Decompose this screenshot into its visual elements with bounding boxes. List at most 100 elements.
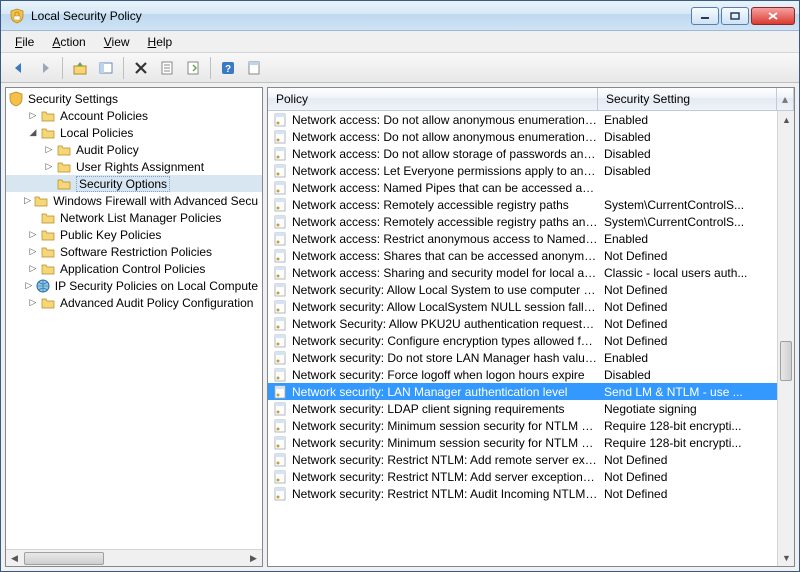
tree-item[interactable]: ▷Software Restriction Policies [6, 243, 262, 260]
tree-horizontal-scrollbar[interactable]: ◀ ▶ [6, 549, 262, 566]
policy-row[interactable]: Network security: Restrict NTLM: Add rem… [268, 451, 777, 468]
tree-expander-icon[interactable]: ▷ [42, 143, 56, 157]
forward-button[interactable] [33, 56, 57, 80]
titlebar[interactable]: Local Security Policy [1, 1, 799, 31]
policy-row[interactable]: Network access: Remotely accessible regi… [268, 213, 777, 230]
tree-expander-icon[interactable]: ▷ [26, 228, 40, 242]
tree-body[interactable]: Security Settings ▷ Account Policies◢Loca… [6, 88, 262, 549]
policy-row[interactable]: Network security: Do not store LAN Manag… [268, 349, 777, 366]
scroll-left-icon[interactable]: ◀ [6, 550, 23, 567]
close-button[interactable] [751, 7, 795, 25]
policy-icon [272, 452, 288, 468]
tree-item[interactable]: Security Options [6, 175, 262, 192]
policy-row[interactable]: Network access: Restrict anonymous acces… [268, 230, 777, 247]
minimize-button[interactable] [691, 7, 719, 25]
properties-button[interactable] [155, 56, 179, 80]
tree-item[interactable]: ◢Local Policies [6, 124, 262, 141]
policy-row[interactable]: Network access: Let Everyone permissions… [268, 162, 777, 179]
tree-item[interactable]: Network List Manager Policies [6, 209, 262, 226]
tree-expander-icon[interactable]: ◢ [26, 126, 40, 140]
policy-row[interactable]: Network security: Allow LocalSystem NULL… [268, 298, 777, 315]
tree-item[interactable]: ▷ Account Policies [6, 107, 262, 124]
tree-item-label: Security Options [76, 176, 170, 192]
policy-row[interactable]: Network access: Sharing and security mod… [268, 264, 777, 281]
refresh-button[interactable] [242, 56, 266, 80]
help-button[interactable]: ? [216, 56, 240, 80]
policy-row[interactable]: Network access: Do not allow anonymous e… [268, 128, 777, 145]
policy-row[interactable]: Network security: Configure encryption t… [268, 332, 777, 349]
policy-cell: Network security: Restrict NTLM: Add ser… [268, 469, 598, 485]
policy-row[interactable]: Network security: Allow Local System to … [268, 281, 777, 298]
scroll-right-icon[interactable]: ▶ [245, 550, 262, 567]
tree-item-label: Network List Manager Policies [60, 211, 221, 225]
policy-row[interactable]: Network security: Restrict NTLM: Add ser… [268, 468, 777, 485]
menu-help[interactable]: Help [140, 33, 181, 51]
policy-icon [272, 129, 288, 145]
tree-item[interactable]: ▷Windows Firewall with Advanced Secu [6, 192, 262, 209]
policy-row[interactable]: Network security: Force logoff when logo… [268, 366, 777, 383]
folder-icon [40, 261, 56, 277]
policy-row[interactable]: Network security: Restrict NTLM: Audit I… [268, 485, 777, 502]
scroll-up-icon[interactable]: ▲ [778, 111, 794, 128]
list-body[interactable]: Network access: Do not allow anonymous e… [268, 111, 794, 566]
policy-row[interactable]: Network access: Do not allow anonymous e… [268, 111, 777, 128]
policy-row[interactable]: Network security: Minimum session securi… [268, 417, 777, 434]
tree-item[interactable]: ▷Audit Policy [6, 141, 262, 158]
policy-icon [272, 350, 288, 366]
folder-icon [56, 159, 72, 175]
tree-expander-icon[interactable]: ▷ [26, 296, 40, 310]
policy-text: Network security: Minimum session securi… [292, 436, 598, 450]
policy-text: Network security: Do not store LAN Manag… [292, 351, 598, 365]
policy-row[interactable]: Network security: LDAP client signing re… [268, 400, 777, 417]
setting-cell: Enabled [598, 113, 777, 127]
policy-row[interactable]: Network access: Do not allow storage of … [268, 145, 777, 162]
policy-icon [272, 214, 288, 230]
policy-icon [272, 197, 288, 213]
menu-file[interactable]: File [7, 33, 42, 51]
up-button[interactable] [68, 56, 92, 80]
menu-view[interactable]: View [96, 33, 138, 51]
column-header-setting[interactable]: Security Setting [598, 88, 777, 110]
setting-cell: Classic - local users auth... [598, 266, 777, 280]
tree-expander-icon[interactable]: ▷ [26, 109, 40, 123]
scroll-down-icon[interactable]: ▼ [778, 549, 794, 566]
back-button[interactable] [7, 56, 31, 80]
delete-button[interactable] [129, 56, 153, 80]
policy-row[interactable]: Network security: LAN Manager authentica… [268, 383, 777, 400]
maximize-button[interactable] [721, 7, 749, 25]
tree-item[interactable]: ▷Application Control Policies [6, 260, 262, 277]
policy-cell: Network access: Sharing and security mod… [268, 265, 598, 281]
setting-cell: Disabled [598, 147, 777, 161]
policy-row[interactable]: Network security: Minimum session securi… [268, 434, 777, 451]
policy-text: Network security: Configure encryption t… [292, 334, 598, 348]
tree-item[interactable]: ▷Advanced Audit Policy Configuration [6, 294, 262, 311]
scroll-thumb[interactable] [780, 341, 792, 381]
column-header-policy[interactable]: Policy [268, 88, 598, 110]
export-button[interactable] [181, 56, 205, 80]
tree-root[interactable]: Security Settings [6, 90, 262, 107]
policy-row[interactable]: Network access: Shares that can be acces… [268, 247, 777, 264]
tree-expander-icon[interactable]: ▷ [23, 279, 35, 293]
tree-item[interactable]: ▷User Rights Assignment [6, 158, 262, 175]
policy-cell: Network Security: Allow PKU2U authentica… [268, 316, 598, 332]
show-hide-tree-button[interactable] [94, 56, 118, 80]
list-vertical-scrollbar[interactable]: ▲ ▼ [777, 111, 794, 566]
policy-text: Network security: Force logoff when logo… [292, 368, 585, 382]
tree-root-label: Security Settings [28, 92, 118, 106]
policy-row[interactable]: Network Security: Allow PKU2U authentica… [268, 315, 777, 332]
policy-row[interactable]: Network access: Named Pipes that can be … [268, 179, 777, 196]
policy-row[interactable]: Network access: Remotely accessible regi… [268, 196, 777, 213]
menu-action[interactable]: Action [44, 33, 93, 51]
tree-item[interactable]: ▷Public Key Policies [6, 226, 262, 243]
folder-icon [40, 244, 56, 260]
tree-item[interactable]: ▷IP Security Policies on Local Compute [6, 277, 262, 294]
tree-expander-icon[interactable]: ▷ [26, 262, 40, 276]
tree-expander-icon[interactable]: ▷ [22, 194, 33, 208]
policy-cell: Network access: Remotely accessible regi… [268, 197, 598, 213]
tree-expander-icon[interactable]: ▷ [42, 160, 56, 174]
app-icon [9, 8, 25, 24]
tree-item-label: Account Policies [60, 109, 148, 123]
scroll-thumb[interactable] [24, 552, 104, 565]
policy-text: Network access: Do not allow storage of … [292, 147, 598, 161]
tree-expander-icon[interactable]: ▷ [26, 245, 40, 259]
